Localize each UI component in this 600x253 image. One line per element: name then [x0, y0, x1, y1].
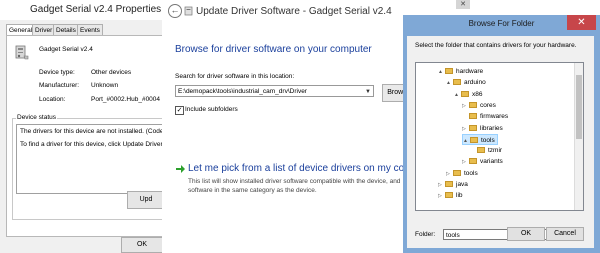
tree-item[interactable]: ▲ tools [462, 133, 498, 147]
folder-icon [453, 79, 461, 86]
tree-scrollbar[interactable] [574, 63, 583, 210]
browse-folder-body: Select the folder that contains drivers … [407, 36, 594, 248]
folder-icon [469, 113, 477, 120]
browse-folder-title: Browse For Folder [468, 19, 535, 28]
device-type-label: Device type: [39, 69, 75, 76]
tree-item[interactable]: ▲ hardware [438, 66, 485, 77]
status-line-1: The drivers for this device are not inst… [20, 128, 175, 135]
tree-item[interactable]: ▷ libraries [462, 123, 505, 134]
folder-icon [477, 147, 485, 154]
expand-arrow-icon[interactable]: ▲ [438, 67, 445, 78]
tree-item[interactable]: firmwares [462, 111, 510, 122]
device-status-title: Device status [16, 114, 58, 121]
expand-arrow-icon[interactable]: ▲ [463, 136, 470, 147]
properties-window: Gadget Serial v2.4 Properties General Dr… [0, 0, 175, 253]
background-window-close-button[interactable]: ✕ [456, 0, 470, 9]
tree-item[interactable]: ▷ lib [438, 190, 465, 201]
tree-item[interactable]: ▷ cores [462, 100, 498, 111]
folder-icon [461, 90, 469, 97]
browse-cancel-button[interactable]: Cancel [546, 227, 584, 241]
driver-path-combobox[interactable]: E:\demopack\tools\industrial_cam_drv\Dri… [175, 85, 374, 97]
manufacturer-label: Manufacturer: [39, 82, 80, 89]
tree-item[interactable]: ▷ variants [462, 156, 505, 167]
folder-tree[interactable]: ▲ hardware ▲ arduino ▲ x86 ▷ cores firmwares ▷ lib… [415, 62, 584, 211]
close-button[interactable]: ✕ [567, 15, 596, 30]
browse-heading: Browse for driver software on your compu… [175, 44, 372, 55]
close-icon: ✕ [577, 17, 586, 28]
folder-icon [445, 68, 453, 74]
update-driver-icon [184, 6, 193, 16]
tree-item-label: variants [480, 158, 503, 166]
tree-item-label: tools [481, 136, 495, 144]
properties-title: Gadget Serial v2.4 Properties [30, 4, 162, 15]
checkmark-icon: ✓ [176, 107, 183, 114]
tree-item[interactable]: ▲ arduino [446, 77, 488, 88]
device-type-value: Other devices [91, 69, 132, 76]
folder-icon [469, 158, 477, 165]
back-arrow-icon: ← [170, 5, 180, 15]
tree-item-label: x86 [472, 90, 483, 98]
include-subfolders-checkbox[interactable]: ✓ [175, 106, 184, 115]
tree-item-label: tzmir [488, 147, 503, 155]
pick-desc-line-2: software in the same category as the dev… [188, 187, 317, 194]
status-line-2: To find a driver for this device, click … [20, 141, 165, 148]
update-driver-button[interactable]: Upd [127, 191, 164, 209]
update-driver-title: Update Driver Software - Gadget Serial v… [196, 6, 392, 17]
tree-item-label: hardware [456, 68, 484, 75]
folder-icon [470, 136, 478, 143]
folder-icon [469, 101, 477, 108]
browse-folder-dialog: Browse For Folder ✕ Select the folder th… [403, 15, 600, 253]
folder-label: Folder: [415, 231, 436, 238]
expand-arrow-icon[interactable]: ▲ [446, 78, 453, 89]
device-status-box: The drivers for this device are not inst… [16, 124, 175, 194]
folder-icon [445, 192, 453, 199]
manufacturer-value: Unknown [91, 82, 119, 89]
device-name: Gadget Serial v2.4 [39, 46, 93, 53]
scrollbar-thumb[interactable] [576, 75, 582, 139]
expand-arrow-icon[interactable]: ▲ [454, 90, 461, 101]
properties-titlebar: Gadget Serial v2.4 Properties [0, 0, 162, 20]
folder-icon [453, 169, 461, 176]
expand-arrow-icon[interactable]: ▷ [438, 191, 445, 202]
search-location-label: Search for driver software in this locat… [175, 73, 295, 80]
tree-item-label: arduino [464, 79, 486, 87]
tree-item-label: cores [480, 101, 496, 109]
chevron-down-icon[interactable]: ▼ [365, 86, 371, 96]
pick-desc-line-1: This list will show installed driver sof… [188, 178, 401, 185]
general-panel: Gadget Serial v2.4 Device type: Other de… [6, 35, 175, 237]
tree-item[interactable]: ▷ java [438, 179, 470, 190]
back-button[interactable]: ← [168, 4, 182, 18]
properties-ok-button[interactable]: OK [121, 237, 162, 253]
tree-item[interactable]: ▷ tools [446, 168, 480, 179]
tree-item[interactable]: ▲ x86 [454, 89, 484, 100]
browse-ok-button[interactable]: OK [507, 227, 545, 241]
pick-from-list-link[interactable]: Let me pick from a list of device driver… [188, 163, 432, 174]
folder-icon [469, 124, 477, 131]
tree-item-label: lib [456, 192, 463, 200]
tree-item-label: libraries [480, 124, 503, 132]
include-subfolders-label: Include subfolders [185, 106, 238, 113]
tree-item-label: tools [464, 169, 478, 177]
browse-instruction: Select the folder that contains drivers … [415, 42, 577, 49]
location-value: Port_#0002.Hub_#0004 [91, 96, 161, 103]
location-label: Location: [39, 96, 66, 103]
tree-item-label: java [456, 181, 468, 188]
update-driver-window: ← Update Driver Software - Gadget Serial… [162, 0, 432, 253]
tree-item[interactable]: tzmir [470, 145, 504, 156]
device-icon [15, 45, 29, 60]
tree-item-label: firmwares [480, 113, 509, 121]
green-arrow-icon [176, 165, 185, 173]
folder-icon [445, 181, 453, 187]
driver-path-value: E:\demopack\tools\industrial_cam_drv\Dri… [178, 88, 307, 95]
